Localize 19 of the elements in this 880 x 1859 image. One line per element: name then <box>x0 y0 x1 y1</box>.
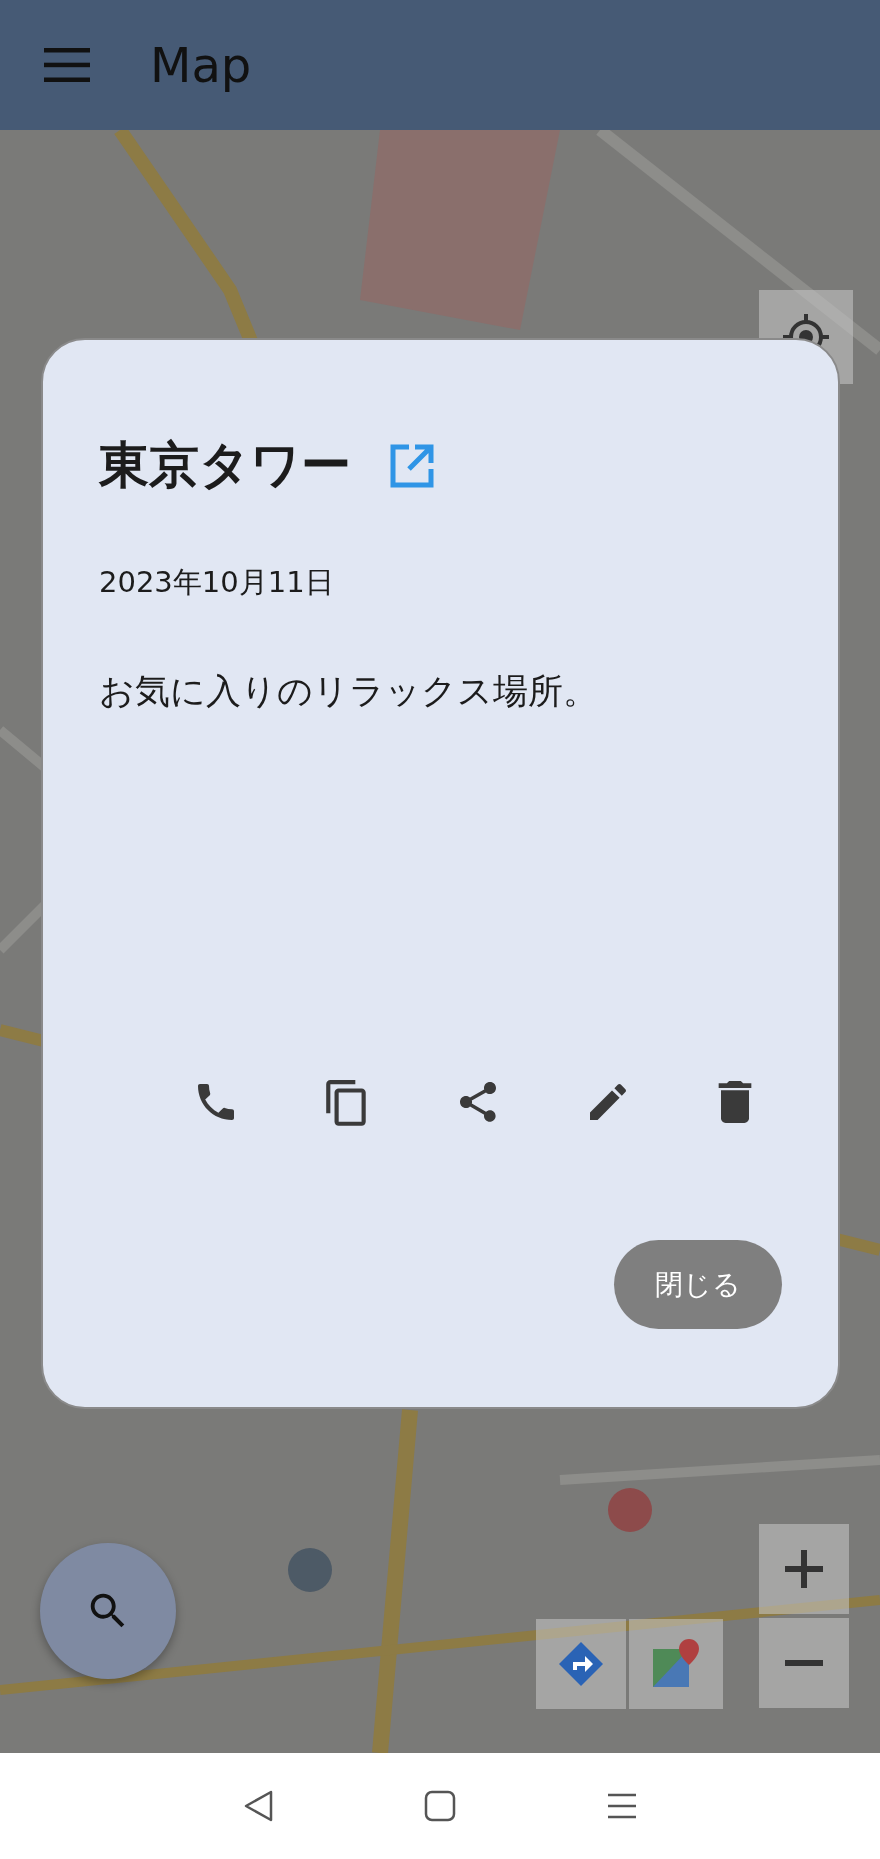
description-text: お気に入りのリラックス場所。 <box>99 669 599 713</box>
zoom-out-button[interactable] <box>759 1618 849 1708</box>
close-button[interactable]: 閉じる <box>614 1240 782 1329</box>
app-title: Map <box>150 36 252 95</box>
minus-icon <box>783 1660 825 1666</box>
back-button[interactable] <box>242 1789 274 1823</box>
date-text: 2023年10月11日 <box>99 564 335 601</box>
plus-icon <box>783 1548 825 1590</box>
home-icon <box>424 1790 456 1822</box>
home-button[interactable] <box>424 1790 456 1822</box>
directions-icon <box>557 1640 605 1688</box>
menu-icon <box>44 48 90 82</box>
place-title: 東京タワー <box>99 435 351 496</box>
menu-icon <box>606 1792 638 1820</box>
external-link-icon[interactable] <box>389 442 435 489</box>
back-icon <box>242 1789 274 1823</box>
menu-button[interactable] <box>44 48 90 82</box>
recents-button[interactable] <box>606 1792 638 1820</box>
zoom-in-button[interactable] <box>759 1524 849 1614</box>
